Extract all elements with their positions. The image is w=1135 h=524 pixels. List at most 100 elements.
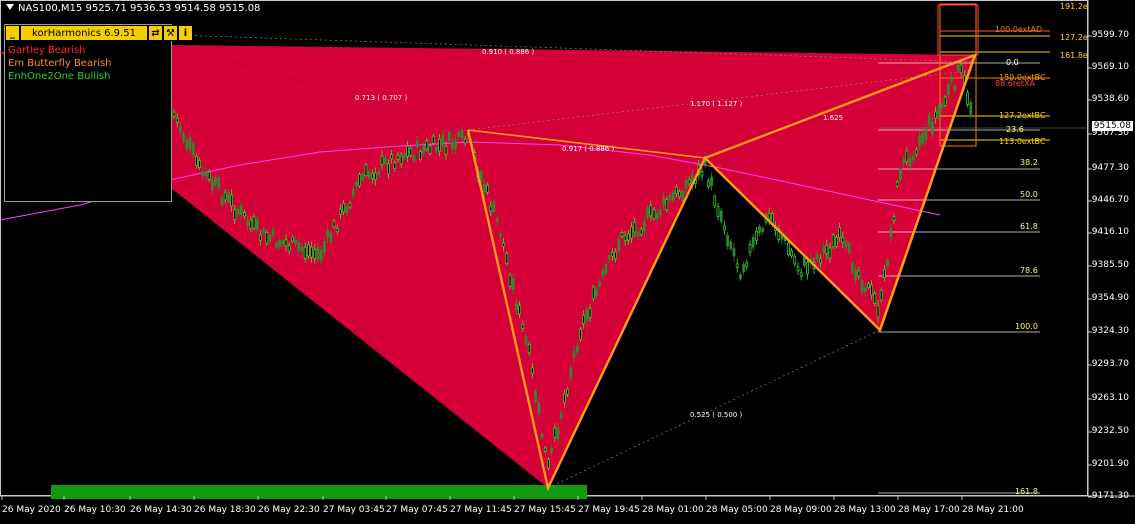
candle-body bbox=[588, 307, 592, 318]
candle-body bbox=[959, 64, 963, 74]
candle-body bbox=[668, 194, 672, 200]
candle-body bbox=[355, 181, 358, 187]
info-icon[interactable]: i bbox=[178, 25, 193, 41]
candle-body bbox=[348, 202, 352, 208]
candle-body bbox=[937, 105, 941, 118]
candle-body bbox=[905, 150, 909, 162]
candle-body bbox=[550, 448, 553, 453]
candle-body bbox=[547, 459, 550, 469]
candle-body bbox=[278, 239, 281, 248]
candle-body bbox=[393, 162, 397, 169]
candle-body bbox=[499, 233, 502, 238]
candle-body bbox=[527, 343, 531, 354]
candle-body bbox=[313, 249, 317, 259]
candle-body bbox=[223, 192, 227, 201]
candle-body bbox=[678, 191, 681, 198]
candle-body bbox=[793, 255, 797, 265]
candle-body bbox=[220, 197, 224, 205]
candle-body bbox=[457, 131, 461, 137]
candle-body bbox=[569, 367, 573, 379]
tools-icon[interactable]: ⚒ bbox=[163, 25, 178, 41]
candle-body bbox=[639, 228, 643, 235]
candle-body bbox=[835, 237, 838, 247]
candle-body bbox=[969, 102, 973, 115]
candle-body bbox=[876, 305, 880, 318]
candle-body bbox=[572, 351, 576, 358]
candle-body bbox=[227, 191, 230, 203]
candle-body bbox=[217, 178, 221, 189]
candle-body bbox=[681, 190, 685, 202]
candle-body bbox=[412, 155, 416, 162]
time-tick: 28 May 01:00 bbox=[642, 505, 704, 515]
candle-body bbox=[767, 212, 771, 220]
candle-body bbox=[927, 114, 931, 126]
legend-item-gartley[interactable]: Gartley Bearish bbox=[8, 44, 112, 57]
candle-body bbox=[175, 118, 179, 123]
time-tick: 28 May 05:00 bbox=[706, 505, 768, 515]
candle-body bbox=[838, 227, 841, 238]
candle-body bbox=[860, 280, 864, 293]
candle-body bbox=[211, 179, 214, 191]
candle-body bbox=[486, 185, 489, 193]
candle-body bbox=[406, 146, 409, 157]
candle-body bbox=[675, 186, 678, 194]
indicator-title[interactable]: korHarmonics 6.9.51 bbox=[20, 25, 148, 41]
time-tick: 28 May 21:00 bbox=[962, 505, 1024, 515]
candle-body bbox=[652, 209, 656, 219]
candle-body bbox=[943, 96, 947, 106]
candle-body bbox=[940, 103, 944, 109]
candle-body bbox=[431, 135, 435, 144]
candle-body bbox=[495, 218, 499, 223]
symbol-title: NAS100,M15 9525.71 9536.53 9514.58 9515.… bbox=[6, 3, 260, 14]
candle-body bbox=[310, 246, 313, 258]
legend-item-one2one[interactable]: EnhOne2One Bullish bbox=[8, 70, 112, 83]
candle-body bbox=[633, 222, 637, 233]
candle-body bbox=[902, 159, 905, 164]
candle-body bbox=[351, 188, 355, 197]
candle-body bbox=[758, 226, 761, 234]
candle-body bbox=[883, 269, 886, 278]
candle-body bbox=[556, 427, 560, 440]
candle-body bbox=[463, 138, 467, 144]
candle-body bbox=[182, 133, 185, 142]
candle-body bbox=[329, 232, 333, 243]
bullish-zone bbox=[51, 485, 587, 499]
candle-body bbox=[553, 427, 557, 438]
candle-body bbox=[543, 447, 547, 452]
legend-item-butterfly[interactable]: Em Butterfly Bearish bbox=[8, 57, 112, 70]
candle-body bbox=[483, 184, 486, 192]
candle-body bbox=[630, 226, 633, 239]
price-tick: 9477.30 bbox=[1091, 163, 1129, 173]
pattern-legend: Gartley Bearish Em Butterfly Bearish Enh… bbox=[8, 44, 112, 83]
candle-body bbox=[358, 174, 361, 186]
candle-body bbox=[716, 206, 720, 218]
candle-body bbox=[387, 163, 390, 175]
candle-body bbox=[239, 205, 243, 216]
candle-body bbox=[601, 269, 605, 277]
candle-body bbox=[505, 253, 509, 264]
candle-body bbox=[953, 85, 957, 91]
time-tick: 26 May 2020 bbox=[2, 505, 61, 515]
chart-window[interactable]: NAS100,M15 9525.71 9536.53 9514.58 9515.… bbox=[0, 0, 1135, 524]
candle-body bbox=[268, 235, 272, 242]
candle-body bbox=[575, 346, 579, 353]
price-tick: 9201.90 bbox=[1091, 459, 1129, 469]
candle-body bbox=[422, 145, 425, 154]
pattern-ratio-label: 0.525 ( 0.500 ) bbox=[690, 411, 743, 419]
swap-icon[interactable]: ⇄ bbox=[148, 25, 163, 41]
candle-body bbox=[867, 283, 870, 288]
minimize-button[interactable]: _ bbox=[5, 25, 20, 41]
candle-body bbox=[815, 253, 819, 260]
candle-body bbox=[585, 310, 589, 322]
candle-body bbox=[892, 216, 896, 221]
candle-body bbox=[515, 303, 518, 311]
extension-label: 161.8e bbox=[1060, 51, 1088, 60]
time-tick: 28 May 09:00 bbox=[770, 505, 832, 515]
candle-body bbox=[460, 130, 464, 139]
candle-body bbox=[438, 139, 441, 152]
fib-level-label: 23.6 bbox=[1006, 125, 1024, 134]
price-tick: 9507.30 bbox=[1091, 128, 1129, 138]
candle-body bbox=[713, 195, 717, 206]
dropdown-arrow-icon[interactable] bbox=[6, 4, 14, 10]
candle-body bbox=[524, 336, 528, 345]
